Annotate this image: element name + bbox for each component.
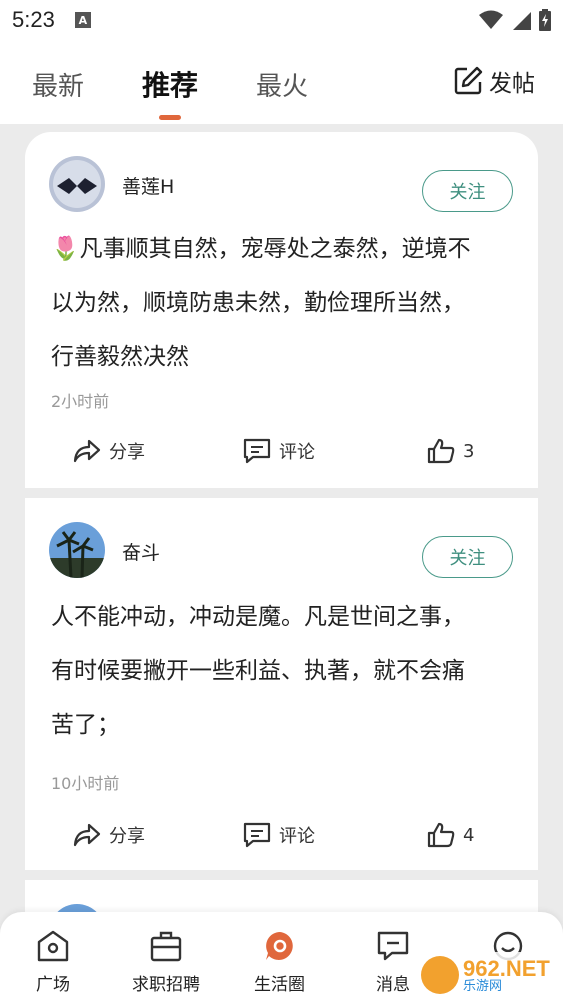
share-icon <box>73 823 101 847</box>
watermark: 962.NET 乐游网 <box>417 952 557 998</box>
briefcase-icon <box>150 931 182 962</box>
thumbs-up-icon <box>427 822 455 848</box>
nav-item-messages[interactable]: 消息 <box>376 930 410 995</box>
nav-label: 消息 <box>376 975 410 995</box>
like-count: 3 <box>463 440 475 462</box>
watermark-number: 962.NET <box>463 955 550 981</box>
like-button[interactable]: 4 <box>427 822 474 848</box>
post-button[interactable]: 发帖 <box>453 64 535 98</box>
nav-label: 广场 <box>36 975 70 995</box>
share-icon <box>73 439 101 463</box>
post-content-line: 苦了； <box>51 712 120 738</box>
share-button[interactable]: 分享 <box>73 822 145 848</box>
post-actions: 分享 评论 4 <box>25 822 538 852</box>
status-bar: 5:23 A <box>0 0 563 40</box>
bottom-nav: 广场 求职招聘 生活圈 消息 962.NET 乐游网 <box>0 912 563 1002</box>
post-content[interactable]: 🌷凡事顺其自然，宠辱处之泰然，逆境不 以为然，顺境防患未然，勤俭理所当然， 行善… <box>51 222 518 384</box>
post-content-line: 有时候要撇开一些利益、执著，就不会痛 <box>51 658 465 684</box>
post-time: 2小时前 <box>51 392 110 411</box>
post-actions: 分享 评论 3 <box>25 438 538 468</box>
watermark-sub: 乐游网 <box>463 978 503 994</box>
post-content-line: 人不能冲动，冲动是魔。凡是世间之事， <box>51 604 465 630</box>
edit-icon <box>454 66 483 95</box>
post-card[interactable]: 善莲H 关注 🌷凡事顺其自然，宠辱处之泰然，逆境不 以为然，顺境防患未然，勤俭理… <box>25 132 538 488</box>
nav-item-square[interactable]: 广场 <box>36 930 70 995</box>
post-content[interactable]: 人不能冲动，冲动是魔。凡是世间之事， 有时候要撇开一些利益、执著，就不会痛 苦了… <box>51 590 518 752</box>
follow-button[interactable]: 关注 <box>422 536 513 578</box>
tab-recommended[interactable]: 推荐 <box>142 60 198 104</box>
home-icon <box>37 930 69 962</box>
tab-latest[interactable]: 最新 <box>32 62 84 103</box>
nav-item-jobs[interactable]: 求职招聘 <box>132 930 200 995</box>
notification-icon: A <box>74 12 91 28</box>
post-label: 发帖 <box>489 71 535 97</box>
avatar[interactable] <box>49 522 105 578</box>
comment-label: 评论 <box>279 442 315 463</box>
post-content-line: 以为然，顺境防患未然，勤俭理所当然， <box>51 290 465 316</box>
top-tabs: 最新 推荐 最火 发帖 <box>0 40 563 124</box>
battery-icon <box>539 9 551 31</box>
status-time: 5:23 <box>12 7 55 32</box>
comment-icon <box>243 822 271 848</box>
nav-label: 求职招聘 <box>132 975 200 995</box>
share-label: 分享 <box>109 442 145 463</box>
comment-button[interactable]: 评论 <box>243 438 315 464</box>
username[interactable]: 奋斗 <box>122 538 160 565</box>
tab-hottest[interactable]: 最火 <box>256 62 308 103</box>
like-count: 4 <box>463 824 475 846</box>
avatar[interactable] <box>49 156 105 212</box>
like-button[interactable]: 3 <box>427 438 474 464</box>
post-content-line: 🌷凡事顺其自然，宠辱处之泰然，逆境不 <box>51 236 471 262</box>
message-icon <box>377 931 409 961</box>
nav-item-life-circle[interactable]: 生活圈 <box>254 930 305 995</box>
post-card[interactable]: 奋斗 关注 人不能冲动，冲动是魔。凡是世间之事， 有时候要撇开一些利益、执著，就… <box>25 498 538 870</box>
post-content-line: 行善毅然决然 <box>51 344 189 370</box>
thumbs-up-icon <box>427 438 455 464</box>
watermark-logo-icon <box>421 956 459 994</box>
comment-button[interactable]: 评论 <box>243 822 315 848</box>
post-time: 10小时前 <box>51 774 120 793</box>
signal-icon <box>513 12 531 30</box>
nav-label: 生活圈 <box>254 975 305 995</box>
comment-icon <box>243 438 271 464</box>
comment-label: 评论 <box>279 826 315 847</box>
wifi-icon <box>479 10 503 29</box>
share-button[interactable]: 分享 <box>73 438 145 464</box>
share-label: 分享 <box>109 826 145 847</box>
follow-button[interactable]: 关注 <box>422 170 513 212</box>
username[interactable]: 善莲H <box>122 172 174 199</box>
life-circle-icon <box>265 932 293 960</box>
